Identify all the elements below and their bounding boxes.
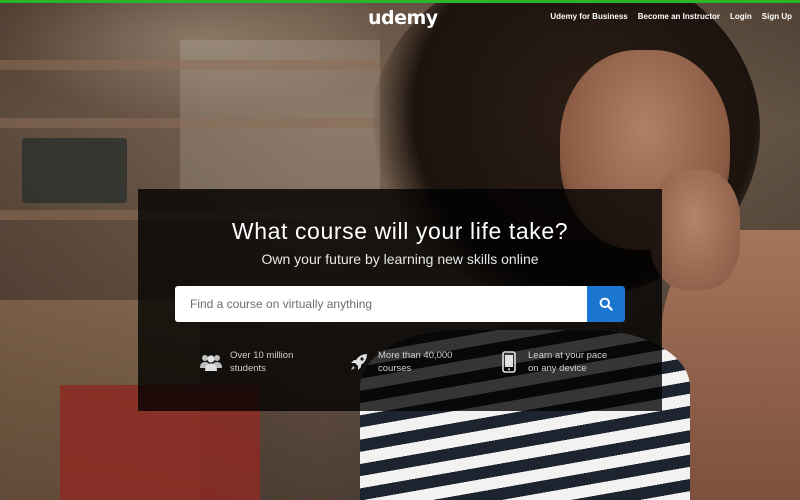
udemy-logo[interactable]: udemy <box>368 7 438 29</box>
feature-devices-line1: Learn at your pace <box>528 350 608 361</box>
hero-subtitle: Own your future by learning new skills o… <box>261 251 539 267</box>
site-header: udemy Udemy for Business Become an Instr… <box>0 3 800 35</box>
hero-title: What course will your life take? <box>231 218 569 244</box>
search-button[interactable] <box>587 286 625 322</box>
feature-devices: Learn at your pace on any device <box>498 349 610 375</box>
become-instructor-link[interactable]: Become an Instructor <box>638 12 720 21</box>
course-search-form <box>175 286 625 322</box>
feature-courses-line1: More than 40,000 <box>378 350 453 361</box>
feature-students-line2: students <box>230 363 266 374</box>
feature-devices-line2: on any device <box>528 363 587 374</box>
hero-search-panel: What course will your life take? Own you… <box>138 189 662 411</box>
sign-up-link[interactable]: Sign Up <box>762 12 792 21</box>
login-link[interactable]: Login <box>730 12 752 21</box>
udemy-homepage: udemy Udemy for Business Become an Instr… <box>0 0 800 500</box>
feature-students-line1: Over 10 million <box>230 350 294 361</box>
feature-courses-line2: courses <box>378 363 412 374</box>
feature-courses: More than 40,000 courses <box>348 349 460 375</box>
mobile-device-icon <box>498 349 520 375</box>
feature-students: Over 10 million students <box>200 349 312 375</box>
course-search-input[interactable] <box>175 286 587 322</box>
rocket-icon <box>348 349 370 375</box>
udemy-for-business-link[interactable]: Udemy for Business <box>550 12 627 21</box>
search-icon <box>599 297 613 311</box>
header-nav: Udemy for Business Become an Instructor … <box>550 12 792 21</box>
group-icon <box>200 349 222 375</box>
